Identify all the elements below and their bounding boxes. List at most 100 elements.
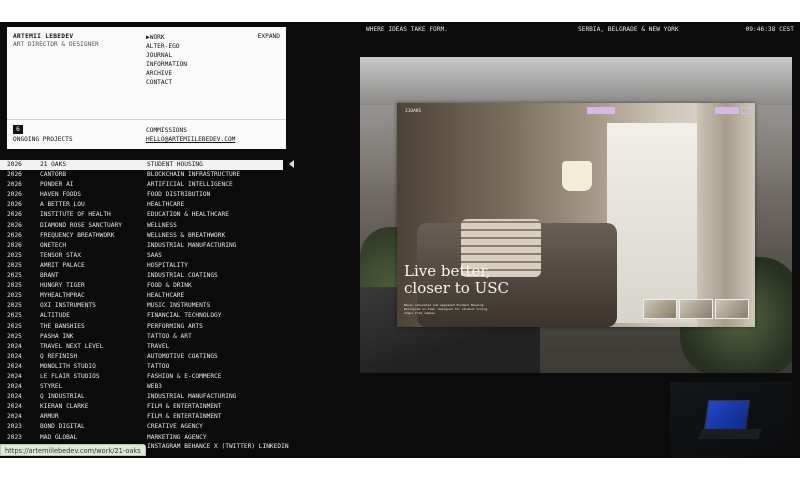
project-row[interactable]: 2026 PONDER AI ARTIFICIAL INTELLIGENCE [0, 180, 290, 190]
portfolio-viewport: WHERE IDEAS TAKE FORM. SERBIA, BELGRADE … [0, 22, 800, 458]
project-row[interactable]: 2026 ONETECH INDUSTRIAL MANUFACTURING [0, 241, 290, 251]
project-category: CREATIVE AGENCY [147, 423, 203, 431]
nav-item-work[interactable]: ▶WORK [146, 33, 187, 42]
project-year: 2024 [7, 362, 22, 370]
main-nav: ▶WORK ALTER-EGO JOURNAL INFORMATION ARCH… [146, 33, 187, 87]
nav-item-archive[interactable]: ARCHIVE [146, 69, 187, 78]
project-row[interactable]: 2025 THE BANSHIES PERFORMING ARTS [0, 322, 290, 332]
project-category: INDUSTRIAL MANUFACTURING [147, 241, 237, 249]
project-year: 2024 [7, 413, 22, 421]
project-name: ONETECH [40, 241, 67, 249]
expand-button[interactable]: EXPAND [258, 33, 280, 40]
project-category: FILM & ENTERTAINMENT [147, 413, 222, 421]
project-row[interactable]: 2024 LE FLAIR STUDIOS FASHION & E-COMMERCE [0, 372, 290, 382]
commissions-label: COMMISSIONS [146, 127, 187, 134]
project-row[interactable]: 2026 21 OAKS STUDENT HOUSING [0, 160, 283, 171]
project-name: TENSOR STAX [40, 251, 81, 259]
project-year: 2025 [7, 272, 22, 280]
project-category: WEB3 [147, 383, 162, 391]
project-row[interactable]: 2026 DIAMOND ROSE SANCTUARY WELLNESS [0, 221, 290, 231]
project-row[interactable]: 2025 HUNGRY TIGER FOOD & DRINK [0, 281, 290, 291]
project-name: DIAMOND ROSE SANCTUARY [40, 221, 122, 229]
project-row[interactable]: 2026 CANTORB BLOCKCHAIN INFRASTRUCTURE [0, 170, 290, 180]
project-year: 2023 [7, 433, 22, 441]
project-name: HAVEN FOODS [40, 191, 81, 199]
project-year: 2024 [7, 393, 22, 401]
project-year: 2026 [7, 191, 22, 199]
project-row[interactable]: 2025 PASHA INK TATTOO & ART [0, 332, 290, 342]
project-row[interactable]: 2026 FREQUENCY BREATHWORK WELLNESS & BREAT… [0, 231, 290, 241]
project-row[interactable]: 2025 TENSOR STAX SAAS [0, 251, 290, 261]
project-category: INDUSTRIAL COATINGS [147, 272, 218, 280]
sky-backdrop [360, 57, 792, 105]
project-row[interactable]: 2025 AMRIT PALACE HOSPITALITY [0, 261, 290, 271]
mockup-logo: 21OAKS [405, 109, 422, 114]
project-category: EDUCATION & HEALTHCARE [147, 211, 229, 219]
nav-item-journal[interactable]: JOURNAL [146, 51, 187, 60]
project-name: A BETTER LOU [40, 201, 85, 209]
project-preview-image[interactable]: 21OAKS Live better, closer to USC Newly … [360, 57, 792, 373]
project-name: Q INDUSTRIAL [40, 393, 85, 401]
website-mockup: 21OAKS Live better, closer to USC Newly … [397, 103, 755, 327]
curtain [697, 103, 755, 327]
clock: 09:46:38 CEST [745, 26, 794, 33]
project-year: 2026 [7, 221, 22, 229]
project-row[interactable]: 2023 MAD GLOBAL MARKETING AGENCY [0, 433, 290, 443]
project-year: 2025 [7, 312, 22, 320]
project-year: 2024 [7, 372, 22, 380]
project-year: 2026 [7, 241, 22, 249]
project-year: 2026 [7, 171, 22, 179]
project-name: THE BANSHIES [40, 322, 85, 330]
project-category: MUSIC INSTRUMENTS [147, 302, 211, 310]
nav-item-alter-ego[interactable]: ALTER-EGO [146, 42, 187, 51]
project-row[interactable]: 2024 TRAVEL NEXT LEVEL TRAVEL [0, 342, 290, 352]
project-name: MONOLITH STUDIO [40, 362, 96, 370]
project-category: ARTIFICIAL INTELLIGENCE [147, 181, 233, 189]
nav-item-contact[interactable]: CONTACT [146, 78, 187, 87]
project-row[interactable]: 2025 OXI INSTRUMENTS MUSIC INSTRUMENTS [0, 301, 290, 311]
project-row[interactable]: 2026 INSTITUTE OF HEALTH EDUCATION & HEALT… [0, 210, 290, 220]
project-row[interactable]: 2025 BRANT INDUSTRIAL COATINGS [0, 271, 290, 281]
project-year: 2026 [7, 201, 22, 209]
project-category: SAAS [147, 251, 162, 259]
site-owner-name[interactable]: ARTEMII LEBEDEV [13, 33, 73, 40]
project-category: INDUSTRIAL MANUFACTURING [147, 393, 237, 401]
project-year: 2026 [7, 211, 22, 219]
project-row[interactable]: 2025 ALTITUDE FINANCIAL TECHNOLOGY [0, 311, 290, 321]
headline-line: closer to USC [404, 279, 509, 297]
nav-label: WORK [149, 34, 165, 41]
mockup-thumbnails [643, 299, 749, 319]
project-row[interactable]: 2024 Q REFINISH AUTOMOTIVE COATINGS [0, 352, 290, 362]
ongoing-projects-label: ONGOING PROJECTS [13, 136, 73, 143]
commissions-email-link[interactable]: HELLO@ARTEMIILEBEDEV.COM [146, 136, 235, 143]
project-name: CANTORB [40, 171, 67, 179]
project-year: 2024 [7, 342, 22, 350]
project-row[interactable]: 2026 A BETTER LOU HEALTHCARE [0, 200, 290, 210]
social-links[interactable]: INSTAGRAM BEHANCE X (TWITTER) LINKEDIN [147, 443, 289, 450]
header-card: ARTEMII LEBEDEV ART DIRECTOR & DESIGNER … [7, 27, 286, 149]
project-name: HUNGRY TIGER [40, 282, 85, 290]
headline-line: Live better, [404, 262, 491, 280]
project-row[interactable]: 2025 MYHEALTHPRAC HEALTHCARE [0, 291, 290, 301]
project-category: TRAVEL [147, 342, 170, 350]
nav-item-information[interactable]: INFORMATION [146, 60, 187, 69]
lamp [562, 161, 592, 191]
project-category: FASHION & E-COMMERCE [147, 372, 222, 380]
project-name: FREQUENCY BREATHWORK [40, 231, 115, 239]
page: WHERE IDEAS TAKE FORM. SERBIA, BELGRADE … [0, 0, 800, 480]
project-row[interactable]: 2024 STYREL WEB3 [0, 382, 290, 392]
project-row[interactable]: 2024 KIERAN CLARKE FILM & ENTERTAINMENT [0, 402, 290, 412]
project-row[interactable]: 2024 MONOLITH STUDIO TATTOO [0, 362, 290, 372]
project-row[interactable]: 2023 BOND DIGITAL CREATIVE AGENCY [0, 422, 290, 432]
project-category: HEALTHCARE [147, 292, 185, 300]
project-category: TATTOO & ART [147, 332, 192, 340]
project-row[interactable]: 2024 Q INDUSTRIAL INDUSTRIAL MANUFACTURING [0, 392, 290, 402]
selected-arrow-icon [289, 160, 294, 168]
project-row[interactable]: 2024 ARMUR FILM & ENTERTAINMENT [0, 412, 290, 422]
thumbnail [679, 299, 713, 319]
project-row[interactable]: 2026 HAVEN FOODS FOOD DISTRIBUTION [0, 190, 290, 200]
secondary-preview-image[interactable] [670, 382, 792, 458]
project-year: 2025 [7, 251, 22, 259]
project-name: OXI INSTRUMENTS [40, 302, 96, 310]
project-list: 2026 21 OAKS STUDENT HOUSING 2026 CANTORB BLO… [0, 160, 290, 443]
